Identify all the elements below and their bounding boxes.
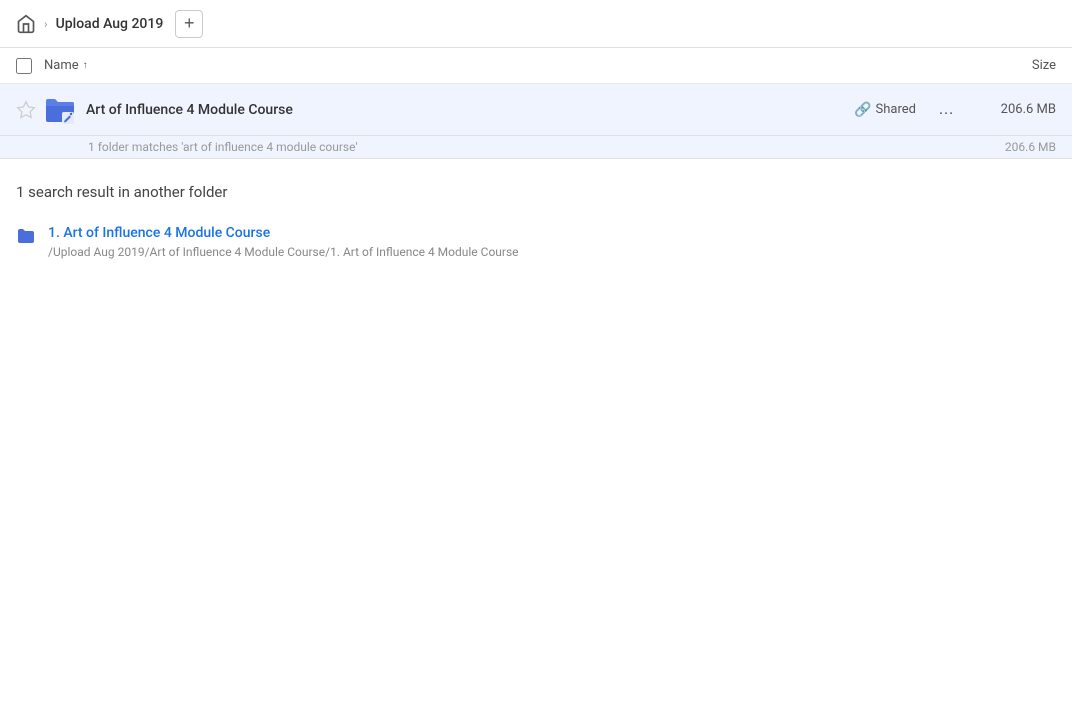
star-icon[interactable]: [16, 100, 36, 120]
another-folder-section: 1 search result in another folder 1. Art…: [0, 159, 1072, 279]
folder-result-path: /Upload Aug 2019/Art of Influence 4 Modu…: [48, 245, 519, 259]
main-result-row[interactable]: Art of Influence 4 Module Course 🔗 Share…: [0, 84, 1072, 136]
more-options-button[interactable]: …: [932, 96, 960, 124]
result-size: 206.6 MB: [976, 102, 1056, 117]
small-folder-icon: [16, 226, 36, 246]
result-folder-name: Art of Influence 4 Module Course: [86, 102, 854, 118]
folder-result-name: 1. Art of Influence 4 Module Course: [48, 225, 519, 241]
home-icon[interactable]: [16, 14, 36, 34]
folder-result-info: 1. Art of Influence 4 Module Course /Upl…: [48, 225, 519, 259]
link-icon: 🔗: [854, 102, 871, 118]
sub-size: 206.6 MB: [1005, 140, 1056, 154]
add-button[interactable]: +: [175, 10, 203, 38]
shared-badge: 🔗 Shared: [854, 102, 916, 118]
another-folder-title: 1 search result in another folder: [16, 183, 1056, 201]
select-all-checkbox[interactable]: [16, 58, 32, 74]
breadcrumb-title: Upload Aug 2019: [56, 16, 164, 32]
folder-result-item[interactable]: 1. Art of Influence 4 Module Course /Upl…: [16, 217, 1056, 267]
breadcrumb-separator: ›: [44, 17, 48, 31]
sub-text-row: 1 folder matches 'art of influence 4 mod…: [0, 136, 1072, 159]
size-column-header: Size: [1032, 58, 1056, 73]
match-description: 1 folder matches 'art of influence 4 mod…: [88, 140, 1005, 154]
topbar: › Upload Aug 2019 +: [0, 0, 1072, 48]
folder-icon: [44, 94, 76, 126]
shared-label: Shared: [876, 102, 916, 117]
sort-arrow-icon: ↑: [83, 60, 88, 71]
name-column-header[interactable]: Name ↑: [44, 58, 88, 73]
column-header: Name ↑ Size: [0, 48, 1072, 84]
